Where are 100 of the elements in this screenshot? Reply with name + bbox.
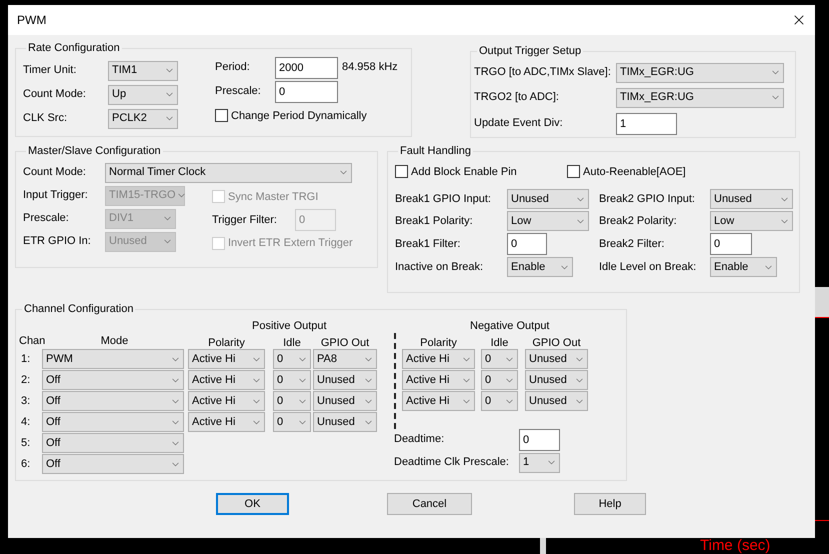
channel-number: 5: [20,436,32,451]
dropdown[interactable]: TIM1 [108,60,178,80]
dropdown[interactable]: Off [42,391,184,411]
dropdown[interactable]: Unused [525,349,588,369]
column-header: Chan [19,334,45,348]
checkbox-label: Invert ETR Extern Trigger [228,236,353,251]
channel-number: 1: [20,352,32,367]
dropdown[interactable]: Off [42,433,184,453]
field-label: Deadtime Clk Prescale: [394,455,510,470]
field-label: Break2 Polarity: [599,214,678,229]
dropdown[interactable]: 0 [273,349,311,369]
dropdown[interactable]: Active Hi [188,370,265,390]
field-label: Count Mode: [23,87,87,102]
field-label: Break1 Filter: [395,236,462,252]
dropdown[interactable]: Unused [313,391,377,411]
dropdown[interactable]: 0 [481,391,518,411]
input-field[interactable]: 0 [275,80,338,102]
field-label: Idle Level on Break: [599,260,698,275]
dropdown[interactable]: PCLK2 [108,108,178,128]
column-header: Idle [490,336,510,350]
group-title: Channel Configuration [23,302,134,317]
dialog-button[interactable]: Cancel [387,493,472,515]
dropdown[interactable]: 0 [273,412,311,432]
dropdown[interactable]: 0 [273,370,311,390]
dropdown[interactable]: Low [507,211,589,231]
dialog-button[interactable]: Help [574,493,646,515]
window-edge [540,538,546,554]
group-title: Fault Handling [399,144,472,159]
dropdown[interactable]: Unused [313,370,377,390]
column-header: Mode [100,334,130,348]
input-field[interactable]: 0 [519,428,560,450]
dropdown[interactable]: Active Hi [188,349,265,369]
field-label: Prescale: [215,84,262,100]
field-label: TRGO2 [to ADC]: [474,90,560,106]
dropdown[interactable]: Off [42,412,184,432]
dropdown[interactable]: 0 [273,391,311,411]
group-title: Master/Slave Configuration [27,144,162,159]
checkbox[interactable] [567,165,580,178]
dropdown[interactable]: Off [42,370,184,390]
field-label: Timer Unit: [23,63,78,78]
dialog-button[interactable]: OK [216,493,289,515]
dropdown[interactable]: Normal Timer Clock [105,162,352,182]
input-field[interactable]: 0 [710,233,752,255]
group-title: Output Trigger Setup [478,44,582,59]
dropdown[interactable]: Off [42,454,184,474]
group-title: Rate Configuration [27,41,121,56]
window-title: PWM [17,12,46,29]
input-field[interactable]: 2000 [275,56,338,78]
frequency-text: 84.958 kHz [342,60,398,76]
dropdown[interactable]: Active Hi [188,391,265,411]
dropdown[interactable]: TIMx_EGR:UG [616,88,784,108]
field-label: Count Mode: [23,165,87,180]
field-label: Input Trigger: [23,188,89,204]
checkbox[interactable] [215,109,228,122]
dropdown[interactable]: Up [108,84,178,104]
column-group-heading: Positive Output [252,318,327,332]
dropdown[interactable]: 0 [481,370,518,390]
field-label: TRGO [to ADC,TIMx Slave]: [474,65,612,80]
dropdown[interactable]: Unused [525,370,588,390]
input-field[interactable]: 1 [616,112,677,134]
dropdown[interactable]: Unused [313,412,377,432]
dropdown[interactable]: Active Hi [402,370,475,390]
field-label: Deadtime: [394,432,446,448]
checkbox-label: Add Block Enable Pin [411,164,517,180]
dropdown[interactable]: Unused [710,189,793,209]
checkbox-label: Sync Master TRGI [228,190,318,204]
dropdown[interactable]: PWM [42,349,184,369]
dropdown[interactable]: 1 [519,452,560,472]
input-field[interactable]: 0 [507,233,547,255]
field-label: Break1 Polarity: [395,214,474,229]
field-label: Trigger Filter: [212,212,278,228]
column-header: Polarity [419,336,458,350]
checkbox[interactable] [395,165,408,178]
field-label: Period: [215,60,251,76]
column-header: Idle [282,336,302,350]
channel-number: 6: [20,456,32,472]
dropdown[interactable]: Enable [710,257,777,277]
dropdown[interactable]: Active Hi [402,349,475,369]
column-group-heading: Negative Output [470,318,550,332]
dropdown[interactable]: PA8 [313,349,377,369]
dropdown[interactable]: Active Hi [402,391,475,411]
dropdown[interactable]: Enable [507,257,573,277]
dropdown[interactable]: TIMx_EGR:UG [616,62,784,82]
field-label: ETR GPIO In: [23,234,92,250]
dropdown[interactable]: Low [710,211,793,231]
dropdown[interactable]: 0 [481,349,518,369]
field-label: CLK Src: [23,111,68,126]
plot-line [815,520,829,521]
channel-number: 2: [20,372,32,388]
channel-number: 3: [20,394,32,409]
dropdown[interactable]: Unused [507,189,589,209]
column-header: GPIO Out [320,336,370,350]
dropdown[interactable]: Active Hi [188,412,265,432]
checkbox-label: Auto-Reenable[AOE] [583,164,686,180]
field-label: Break2 Filter: [599,236,666,252]
channel-number: 4: [20,414,32,430]
field-label: Prescale: [23,211,70,226]
column-header: Polarity [207,336,246,350]
field-label: Update Event Div: [474,116,564,132]
dropdown[interactable]: Unused [525,391,588,411]
